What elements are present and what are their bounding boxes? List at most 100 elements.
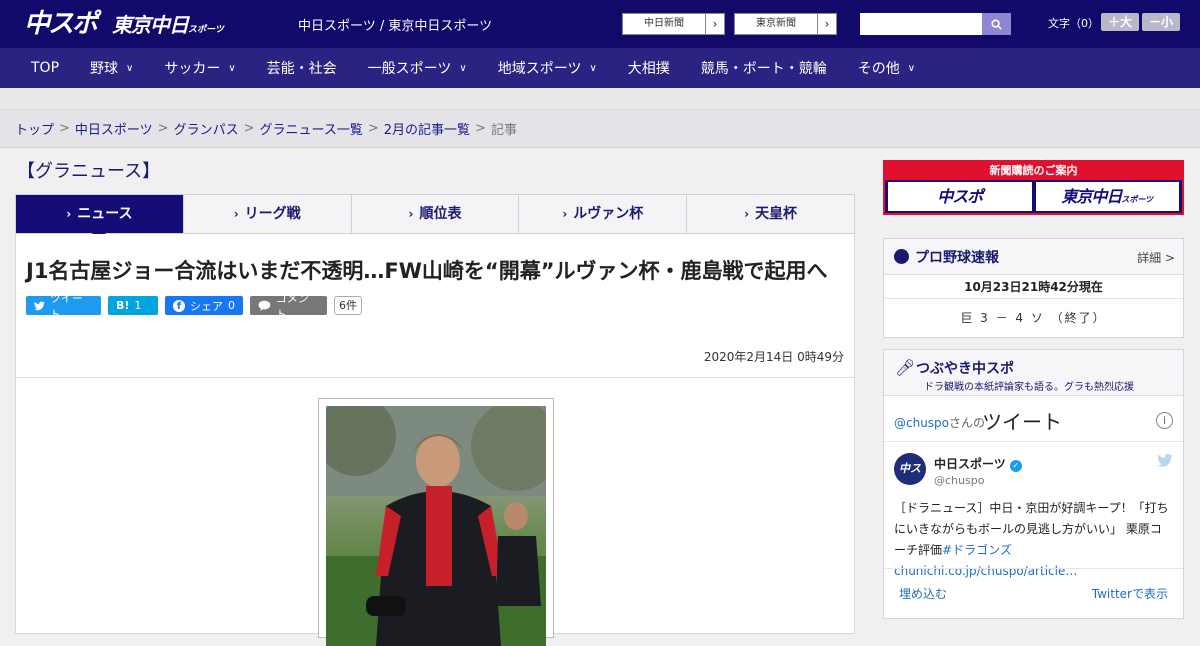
nav-item-local-sports[interactable]: 地域スポーツ ∨ — [498, 58, 597, 78]
tokyo-shimbun-link[interactable]: 東京新聞 › — [734, 13, 837, 35]
font-bigger-button[interactable]: ＋大 — [1101, 13, 1139, 31]
section-title: 【グラニュース】 — [17, 161, 161, 182]
breadcrumb-feb-list[interactable]: 2月の記事一覧 — [384, 119, 470, 138]
twitter-widget-subtitle: ドラ観戦の本紙評論家も語る。グラも熱烈応援 — [924, 382, 1134, 393]
breadcrumb-news-list[interactable]: グラニュース一覧 — [260, 119, 363, 138]
chevron-down-icon: ∨ — [907, 62, 916, 74]
tweet-body: ［ドラニュース］中日・京田が好調キープ！「打ちにいきながらもボールの見逃し方がい… — [894, 501, 1169, 557]
chevron-down-icon: ∨ — [126, 62, 134, 74]
divider — [16, 377, 854, 378]
tweet-author-name: 中日スポーツ — [934, 457, 1006, 471]
share-buttons: ツイート B! 1 f シェア 0 コメント 6件 — [16, 286, 854, 321]
chevron-right-icon: › — [408, 207, 414, 221]
facebook-label: シェア — [190, 299, 223, 313]
tweet-hashtag[interactable]: #ドラゴンズ — [942, 543, 1012, 557]
tokyo-chunichi-logo[interactable]: 東京中日スポーツ — [112, 12, 224, 43]
font-size-label: 文字（0） — [1048, 17, 1099, 30]
tab-label: ニュース — [77, 206, 133, 222]
nav-item-label: サッカー — [164, 61, 221, 77]
breadcrumb-top[interactable]: トップ — [15, 119, 54, 138]
chevron-right-icon: › — [66, 207, 72, 221]
nav-item-other[interactable]: その他 ∨ — [858, 58, 915, 78]
tweet-author[interactable]: 中日スポーツ ✓ — [934, 455, 1022, 472]
main-nav: TOP 野球 ∨ サッカー ∨ 芸能・社会 一般スポーツ ∨ 地域スポーツ ∨ 大相撲 … — [0, 48, 1200, 88]
embed-link[interactable]: 埋め込む — [899, 585, 947, 602]
subscribe-tokyo-button[interactable]: 東京中日スポーツ — [1035, 182, 1179, 211]
nav-item-label: 大相撲 — [627, 61, 670, 77]
partner-link-label: 中日新聞 — [623, 14, 706, 34]
tab-label: リーグ戦 — [244, 206, 301, 222]
search-input[interactable] — [860, 13, 982, 35]
timeline-heading: ツイート — [982, 410, 1062, 434]
baseball-icon — [894, 249, 909, 264]
chevron-right-icon: › — [562, 207, 568, 221]
breadcrumb-separator: > — [59, 121, 70, 136]
main-content: 【グラニュース】 › ニュース › リーグ戦 › 順位表 › ルヴァン杯 › 天皇杯 J1… — [15, 150, 855, 646]
info-icon[interactable]: i — [1156, 412, 1173, 429]
account-suffix: さんの — [949, 416, 986, 430]
tweet-handle[interactable]: @chuspo — [934, 474, 984, 487]
twitter-widget: 🎤︎ つぶやき中スポ ドラ観戦の本紙評論家も語る。グラも熱烈応援 @chuspo… — [883, 349, 1184, 619]
search-form — [860, 13, 1011, 35]
player-illustration — [326, 406, 546, 646]
tab-emperors-cup[interactable]: › 天皇杯 — [687, 195, 854, 233]
breadcrumb: トップ > 中日スポーツ > グランパス > グラニュース一覧 > 2月の記事一… — [0, 110, 1200, 148]
tweet-button[interactable]: ツイート — [26, 292, 101, 321]
sidebar: 新聞購読のご案内 中スポ 東京中日スポーツ プロ野球速報 詳細 > 10月23日… — [883, 160, 1184, 619]
chevron-right-icon: › — [744, 207, 750, 221]
breadcrumb-grampus[interactable]: グランパス — [174, 119, 239, 138]
nav-item-general-sports[interactable]: 一般スポーツ ∨ — [368, 58, 467, 78]
nav-item-label: その他 — [857, 61, 900, 77]
subscribe-tokyo-label: 東京中日 — [1061, 187, 1122, 206]
hatena-icon: B! — [116, 299, 130, 312]
avatar[interactable]: 中スポ — [894, 453, 926, 507]
tab-news[interactable]: › ニュース — [16, 195, 184, 240]
facebook-icon: f — [173, 299, 185, 312]
nav-item-label: TOP — [31, 60, 60, 76]
nav-item-label: 一般スポーツ — [367, 61, 452, 77]
twitter-bird-icon[interactable] — [1157, 453, 1173, 471]
breadcrumb-current: 記事 — [490, 123, 517, 138]
player-photo-image — [326, 406, 546, 646]
article-photo[interactable] — [318, 398, 554, 646]
facebook-share-button[interactable]: f シェア 0 — [165, 296, 243, 315]
font-smaller-button[interactable]: －小 — [1142, 13, 1180, 31]
chevron-down-icon: ∨ — [589, 62, 597, 74]
search-button[interactable] — [982, 13, 1011, 35]
breadcrumb-separator: > — [243, 121, 255, 136]
search-icon — [991, 18, 1002, 30]
nav-item-label: 野球 — [90, 61, 119, 77]
baseball-detail-link[interactable]: 詳細 > — [1137, 249, 1175, 266]
account-link[interactable]: @chuspo — [894, 416, 949, 430]
chunichi-shimbun-link[interactable]: 中日新聞 › — [622, 13, 725, 35]
chuspo-logo[interactable]: 中スポ — [24, 9, 98, 39]
nav-item-racing[interactable]: 競馬・ボート・競輪 — [701, 58, 827, 78]
comment-label: コメント — [275, 291, 309, 321]
hatena-bookmark-button[interactable]: B! 1 — [108, 296, 158, 315]
chevron-down-icon: ∨ — [228, 62, 236, 74]
view-on-twitter-link[interactable]: Twitterで表示 — [1092, 585, 1168, 602]
tab-levain-cup[interactable]: › ルヴァン杯 — [519, 195, 688, 233]
subscribe-tokyo-small: スポーツ — [1121, 195, 1154, 204]
verified-icon: ✓ — [1009, 460, 1022, 472]
tab-standings[interactable]: › 順位表 — [352, 195, 520, 233]
twitter-bird-icon — [34, 300, 45, 310]
nav-item-label: 地域スポーツ — [497, 61, 582, 77]
nav-item-baseball[interactable]: 野球 ∨ — [90, 58, 133, 78]
timeline-footer: 埋め込む Twitterで表示 — [884, 568, 1183, 618]
tab-label: 天皇杯 — [755, 206, 798, 222]
comment-button[interactable]: コメント — [250, 292, 327, 321]
subscribe-chuspo-button[interactable]: 中スポ — [888, 182, 1032, 211]
nav-item-sumo[interactable]: 大相撲 — [628, 58, 670, 78]
nav-item-entertainment[interactable]: 芸能・社会 — [267, 58, 337, 78]
breadcrumb-separator: > — [475, 121, 486, 136]
nav-item-soccer[interactable]: サッカー ∨ — [164, 58, 235, 78]
tweet-label: ツイート — [49, 291, 83, 321]
breadcrumb-chunichi-sports[interactable]: 中日スポーツ — [75, 119, 153, 138]
tab-league[interactable]: › リーグ戦 — [184, 195, 352, 233]
game-score[interactable]: 巨 3 － 4 ソ （終了） — [884, 299, 1183, 337]
chevron-down-icon: ∨ — [459, 62, 467, 74]
chevron-right-icon: › — [233, 207, 239, 221]
nav-item-top[interactable]: TOP — [31, 60, 59, 76]
microphone-icon: 🎤︎ — [895, 358, 916, 377]
